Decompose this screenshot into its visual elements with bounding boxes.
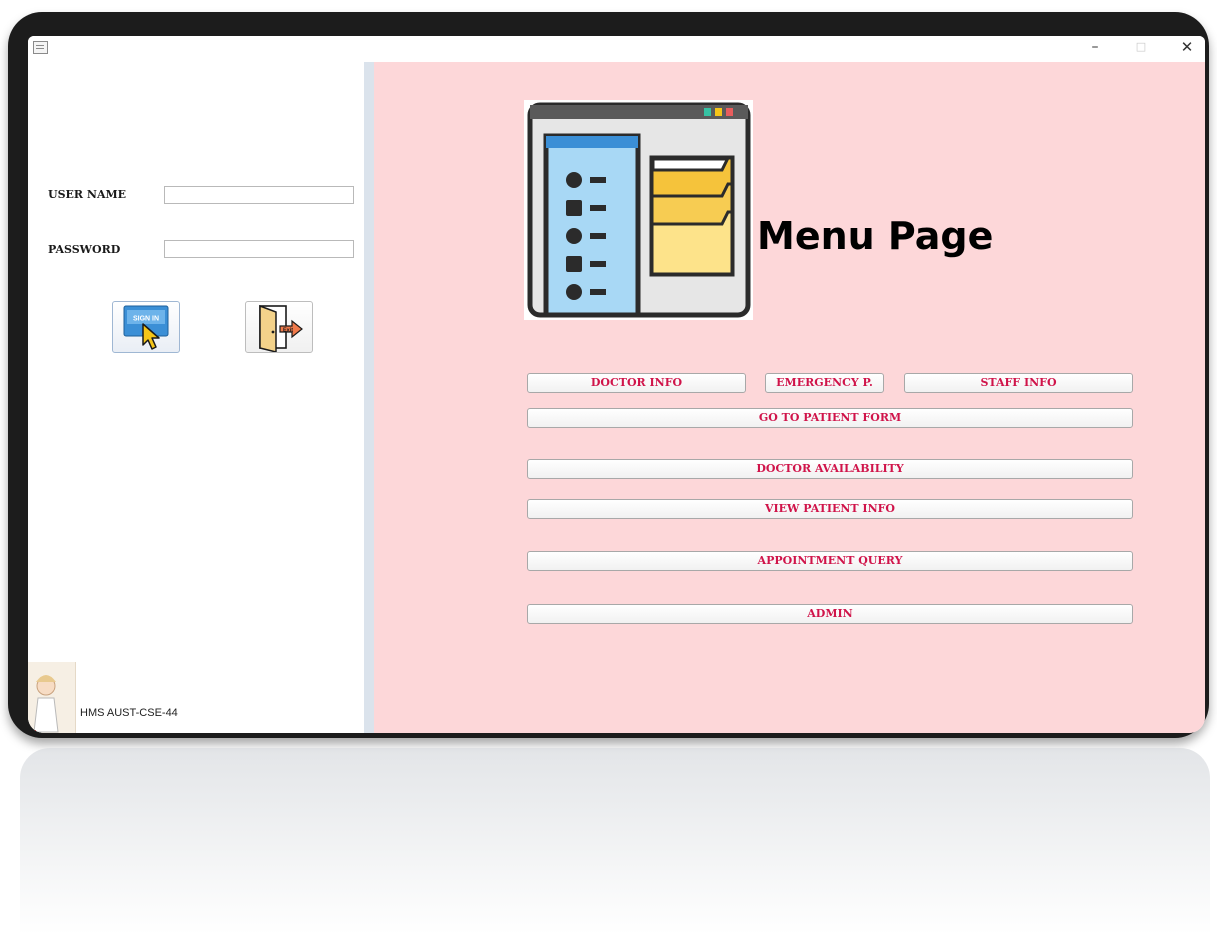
username-label: USER NAME [48, 188, 127, 201]
emergency-button[interactable]: EMERGENCY P. [765, 373, 884, 393]
password-field[interactable] [164, 240, 354, 258]
exit-icon-text: Exit [283, 328, 293, 334]
password-label: PASSWORD [48, 243, 121, 256]
footer-credit-text: HMS AUST-CSE-44 [80, 707, 178, 719]
username-field[interactable] [164, 186, 354, 204]
view-patient-info-button[interactable]: VIEW PATIENT INFO [527, 499, 1133, 519]
checklist-folder-icon [527, 102, 751, 318]
close-button[interactable]: ✕ [1164, 36, 1205, 60]
exit-button[interactable]: Exit [245, 301, 313, 353]
doctor-info-button[interactable]: DOCTOR INFO [527, 373, 746, 393]
app-window: – □ ✕ USER NAME PASSWORD SIGN IN Exit HM… [28, 36, 1205, 733]
login-panel: USER NAME PASSWORD SIGN IN Exit HMS AUST… [28, 62, 364, 733]
nurse-illustration [28, 662, 76, 733]
staff-info-button[interactable]: STAFF INFO [904, 373, 1133, 393]
panel-divider [364, 62, 374, 733]
appointment-query-button[interactable]: APPOINTMENT QUERY [527, 551, 1133, 571]
patient-form-button[interactable]: GO TO PATIENT FORM [527, 408, 1133, 428]
sign-in-icon-text: SIGN IN [133, 316, 159, 323]
minimize-button[interactable]: – [1072, 36, 1118, 60]
reflection [20, 748, 1210, 935]
admin-button[interactable]: ADMIN [527, 604, 1133, 624]
exit-door-icon: Exit [259, 304, 303, 353]
title-bar: – □ ✕ [28, 36, 1205, 62]
page-title: Menu Page [757, 214, 994, 258]
maximize-button[interactable]: □ [1118, 36, 1164, 60]
menu-panel: Menu Page DOCTOR INFO EMERGENCY P. STAFF… [374, 62, 1205, 733]
monitor-frame: – □ ✕ USER NAME PASSWORD SIGN IN Exit HM… [8, 12, 1209, 738]
sign-in-icon: SIGN IN [123, 305, 169, 350]
app-icon [33, 41, 48, 54]
doctor-availability-button[interactable]: DOCTOR AVAILABILITY [527, 459, 1133, 479]
menu-illustration [524, 100, 753, 320]
sign-in-button[interactable]: SIGN IN [112, 301, 180, 353]
